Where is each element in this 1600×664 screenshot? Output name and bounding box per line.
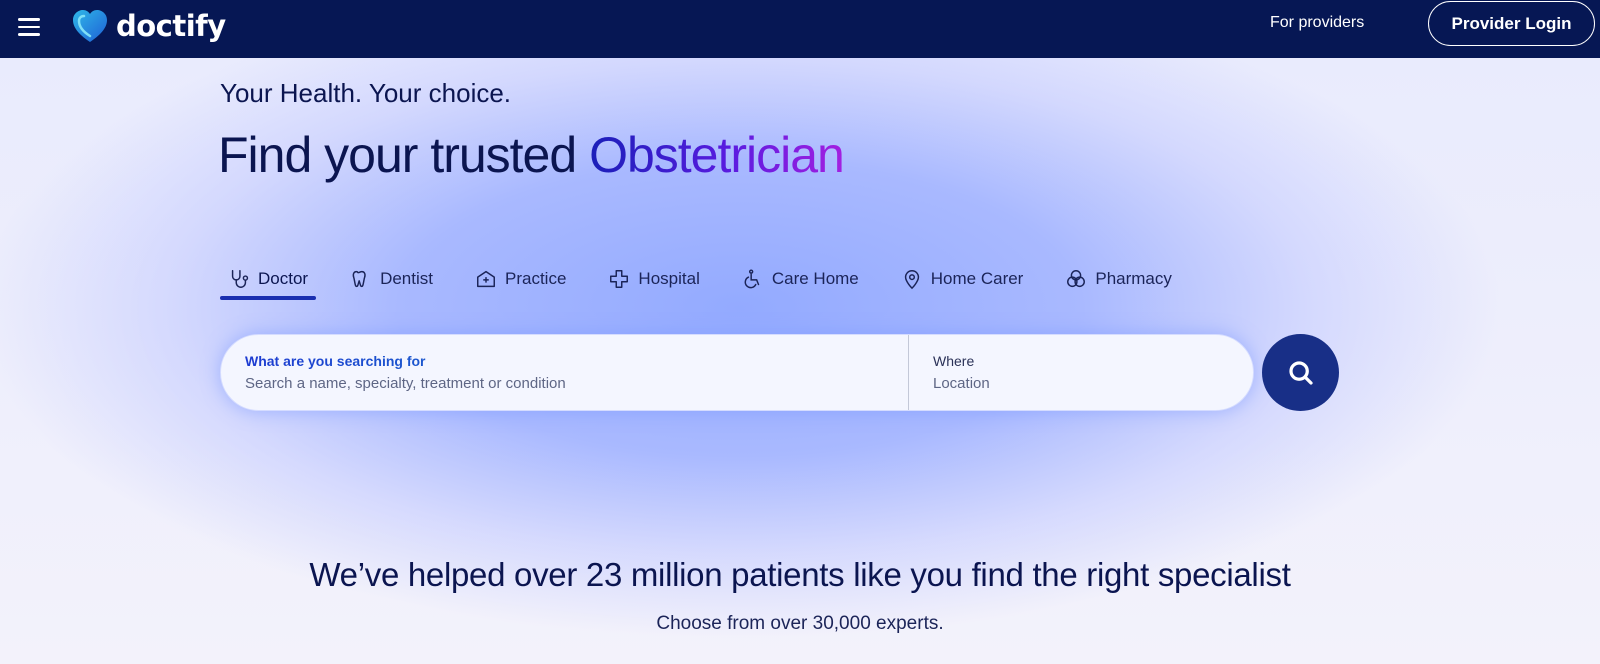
tab-home-carer[interactable]: Home Carer: [893, 262, 1032, 296]
tab-label: Pharmacy: [1095, 269, 1172, 288]
clinic-icon: [477, 270, 495, 288]
hamburger-menu-icon[interactable]: [18, 15, 42, 39]
search-what-label: What are you searching for: [245, 353, 884, 369]
heart-logo-icon: [73, 10, 107, 42]
tagline: Your Health. Your choice.: [220, 78, 512, 108]
search-where-field[interactable]: Where: [909, 335, 1253, 410]
tab-label: Dentist: [380, 269, 433, 288]
search-button[interactable]: [1262, 334, 1339, 411]
stats-subtitle: Choose from over 30,000 experts.: [656, 613, 944, 634]
tab-hospital[interactable]: Hospital: [600, 262, 707, 296]
tab-pharmacy[interactable]: Pharmacy: [1057, 262, 1180, 296]
search-input[interactable]: [245, 375, 884, 392]
tab-label: Home Carer: [930, 269, 1024, 288]
search-what-field[interactable]: What are you searching for: [221, 335, 909, 410]
stats-headline: We’ve helped over 23 million patients li…: [309, 556, 1291, 593]
doctify-logo[interactable]: doctify: [70, 6, 226, 46]
logo-text: doctify: [116, 9, 226, 43]
page-headline: Find your trusted Obstetrician: [218, 126, 845, 184]
search-where-label: Where: [933, 353, 975, 369]
tab-label: Hospital: [638, 269, 700, 288]
tab-label: Practice: [505, 269, 567, 288]
provider-type-tabs: Doctor Dentist Practice Hospital Care Ho…: [220, 262, 1180, 300]
wheelchair-icon: [744, 269, 760, 289]
hospital-icon: [610, 270, 629, 288]
tab-care-home[interactable]: Care Home: [734, 262, 867, 296]
tab-doctor[interactable]: Doctor: [220, 262, 317, 300]
tooth-icon: [352, 270, 366, 288]
search-icon: [1288, 360, 1313, 385]
top-navbar: doctify For providers Provider Login: [0, 0, 1600, 58]
tab-practice[interactable]: Practice: [467, 262, 574, 296]
stethoscope-icon: [231, 270, 249, 288]
headline-specialty: Obstetrician: [589, 127, 845, 183]
pills-icon: [1067, 270, 1086, 288]
location-input[interactable]: [933, 375, 1229, 392]
headline-prefix: Find your trusted: [218, 127, 590, 183]
for-providers-link[interactable]: For providers: [1270, 14, 1364, 32]
tab-label: Doctor: [258, 269, 309, 288]
provider-login-button[interactable]: Provider Login: [1428, 1, 1595, 46]
search-bar: What are you searching for Where: [220, 334, 1254, 411]
tab-dentist[interactable]: Dentist: [342, 262, 441, 296]
tab-label: Care Home: [771, 269, 859, 288]
location-pin-icon: [904, 270, 919, 290]
